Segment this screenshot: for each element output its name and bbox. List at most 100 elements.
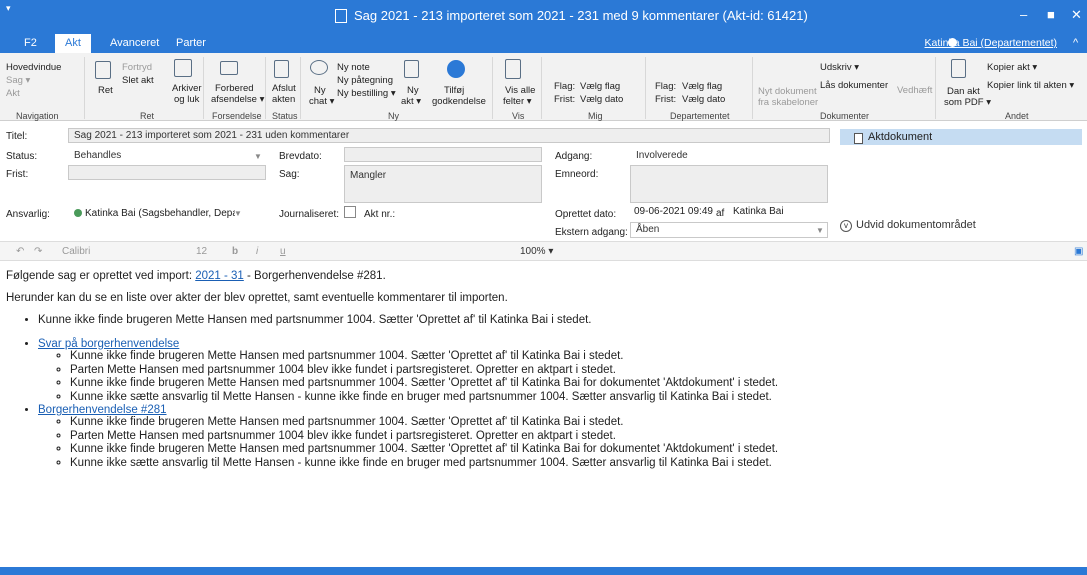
group-ret: Ret xyxy=(140,111,155,121)
chevron-down-icon: ▼ xyxy=(234,209,242,218)
list-item: Kunne ikke sætte ansvarlig til Mette Han… xyxy=(70,457,1076,471)
oprettet-value: 09-06-2021 09:49 xyxy=(634,206,713,217)
akt-link[interactable]: Svar på borgerhenvendelse xyxy=(38,338,179,350)
nyt-dokument-button[interactable]: Nyt dokument xyxy=(758,86,817,97)
slet-akt-button[interactable]: Slet akt xyxy=(122,75,154,86)
ny-bestilling-button[interactable]: Ny bestilling ▾ xyxy=(337,88,396,99)
adgang-select[interactable]: Involverede xyxy=(630,147,828,164)
akt-nr-label: Akt nr.: xyxy=(364,209,396,220)
afslut-button[interactable]: Afslut xyxy=(272,83,296,94)
expand-documents-button[interactable]: v Udvid dokumentområdet xyxy=(840,219,976,232)
oprettet-label: Oprettet dato: xyxy=(555,209,617,220)
close-button[interactable]: ✕ xyxy=(1071,7,1082,23)
tab-avanceret[interactable]: Avanceret xyxy=(110,37,159,49)
quick-access-menu[interactable]: ▾ xyxy=(6,3,11,14)
archive-icon xyxy=(174,59,192,77)
emneord-label: Emneord: xyxy=(555,169,599,180)
dan-akt-pdf-button[interactable]: Dan akt xyxy=(947,86,980,97)
ret-button[interactable]: Ret xyxy=(98,85,113,96)
window-title: Sag 2021 - 213 importeret som 2021 - 231… xyxy=(354,8,808,23)
redo-icon[interactable]: ↷ xyxy=(34,246,42,257)
sag-button[interactable]: Sag ▾ xyxy=(6,75,30,86)
document-panel: Aktdokument v Udvid dokumentområdet xyxy=(835,127,1087,240)
ny-akt-button[interactable]: Ny xyxy=(407,85,419,96)
collapse-ribbon-button[interactable]: ^ xyxy=(1073,37,1078,49)
italic-icon[interactable]: i xyxy=(256,246,258,257)
ny-note-button[interactable]: Ny note xyxy=(337,62,370,73)
document-content: Følgende sag er oprettet ved import: 202… xyxy=(6,270,1076,470)
group-departementet: Departementet xyxy=(670,111,730,121)
ny-chat-button[interactable]: Ny xyxy=(314,85,326,96)
akt-list: Svar på borgerhenvendelse Kunne ikke fin… xyxy=(38,338,1076,470)
kopier-akt-button[interactable]: Kopier akt ▾ xyxy=(987,62,1037,73)
hovedvindue-button[interactable]: Hovedvindue xyxy=(6,62,61,73)
akt-item: Svar på borgerhenvendelse Kunne ikke fin… xyxy=(38,338,1076,404)
titel-input[interactable]: Sag 2021 - 213 importeret som 2021 - 231… xyxy=(68,128,830,143)
adgang-label: Adgang: xyxy=(555,151,593,162)
dep-frist-select[interactable]: Vælg dato xyxy=(682,94,725,105)
ansvarlig-select[interactable]: Katinka Bai (Sagsbehandler, Departem xyxy=(85,208,235,219)
sag-input[interactable]: Mangler xyxy=(344,165,542,203)
chat-icon xyxy=(310,60,328,75)
emneord-input[interactable] xyxy=(630,165,828,203)
akt-comments: Kunne ikke finde brugeren Mette Hansen m… xyxy=(70,350,1076,404)
undo-icon[interactable]: ↶ xyxy=(16,246,24,257)
kopier-link-button[interactable]: Kopier link til akten ▾ xyxy=(987,80,1074,91)
tab-akt[interactable]: Akt xyxy=(55,34,91,53)
udskriv-button[interactable]: Udskriv ▾ xyxy=(820,62,859,73)
edit-icon xyxy=(95,61,111,79)
forbered-button[interactable]: Forbered xyxy=(215,83,254,94)
mig-frist-select[interactable]: Vælg dato xyxy=(580,94,623,105)
font-size-select[interactable]: 12 xyxy=(196,246,207,257)
vis-alle-felter-button[interactable]: Vis alle xyxy=(505,85,535,96)
titel-label: Titel: xyxy=(6,131,28,142)
ekstern-adgang-label: Ekstern adgang: xyxy=(555,227,628,238)
underline-icon[interactable]: u xyxy=(280,246,286,257)
arkiver-button[interactable]: Arkiver xyxy=(172,83,202,94)
list-item: Kunne ikke finde brugeren Mette Hansen m… xyxy=(70,443,1076,457)
status-select[interactable]: Behandles xyxy=(68,147,266,164)
minimize-button[interactable]: – xyxy=(1020,7,1027,22)
comment-list: Kunne ikke finde brugeren Mette Hansen m… xyxy=(38,314,1076,326)
user-link[interactable]: Katinka Bai (Departementet) xyxy=(925,37,1057,49)
frist-label: Frist: xyxy=(6,169,29,180)
maximize-button[interactable]: ■ xyxy=(1047,7,1055,22)
laas-dokumenter-button[interactable]: Lås dokumenter xyxy=(820,80,888,91)
vedhaeft-button[interactable]: Vedhæft xyxy=(897,85,932,96)
zoom-select[interactable]: 100% ▾ xyxy=(520,246,553,257)
list-item: Kunne ikke finde brugeren Mette Hansen m… xyxy=(38,314,1076,326)
sag-label: Sag: xyxy=(279,169,300,180)
fortryd-button[interactable]: Fortryd xyxy=(122,62,152,73)
document-item-aktdokument[interactable]: Aktdokument xyxy=(840,129,1082,145)
title-bar: ▾ Sag 2021 - 213 importeret som 2021 - 2… xyxy=(0,0,1087,32)
ansvarlig-label: Ansvarlig: xyxy=(6,209,50,220)
font-select[interactable]: Calibri xyxy=(62,246,90,257)
group-vis: Vis xyxy=(512,111,525,121)
list-item: Parten Mette Hansen med partsnummer 1004… xyxy=(70,430,1076,444)
mig-flag-select[interactable]: Vælg flag xyxy=(580,81,620,92)
oprettet-af-value: Katinka Bai xyxy=(733,206,784,217)
presence-icon xyxy=(74,209,82,217)
journaliseret-checkbox[interactable] xyxy=(344,206,356,218)
bold-icon[interactable]: b xyxy=(232,246,238,257)
journaliseret-label: Journaliseret: xyxy=(279,209,340,220)
pdf-icon xyxy=(951,59,966,78)
tab-parter[interactable]: Parter xyxy=(176,37,206,49)
chevron-down-icon: ▼ xyxy=(254,152,262,161)
akt-button[interactable]: Akt xyxy=(6,88,20,99)
brevdato-input[interactable] xyxy=(344,147,542,162)
ny-paategning-button[interactable]: Ny påtegning xyxy=(337,75,393,86)
sag-link[interactable]: 2021 - 31 xyxy=(195,270,244,282)
tilfoej-godkendelse-button[interactable]: Tilføj xyxy=(444,85,464,96)
tab-f2[interactable]: F2 xyxy=(24,37,37,49)
frist-input[interactable] xyxy=(68,165,266,180)
expand-editor-icon[interactable]: ▣ xyxy=(1074,246,1083,257)
editor-toolbar: ↶ ↷ Calibri 12 b i u 100% ▾ ▣ xyxy=(0,241,1087,261)
document-label: Aktdokument xyxy=(868,131,933,143)
ekstern-adgang-select[interactable]: Åben xyxy=(630,222,828,238)
list-item: Kunne ikke finde brugeren Mette Hansen m… xyxy=(70,350,1076,364)
list-item: Kunne ikke sætte ansvarlig til Mette Han… xyxy=(70,391,1076,405)
akt-link[interactable]: Borgerhenvendelse #281 xyxy=(38,404,167,416)
akt-item: Borgerhenvendelse #281 Kunne ikke finde … xyxy=(38,404,1076,470)
dep-flag-select[interactable]: Vælg flag xyxy=(682,81,722,92)
